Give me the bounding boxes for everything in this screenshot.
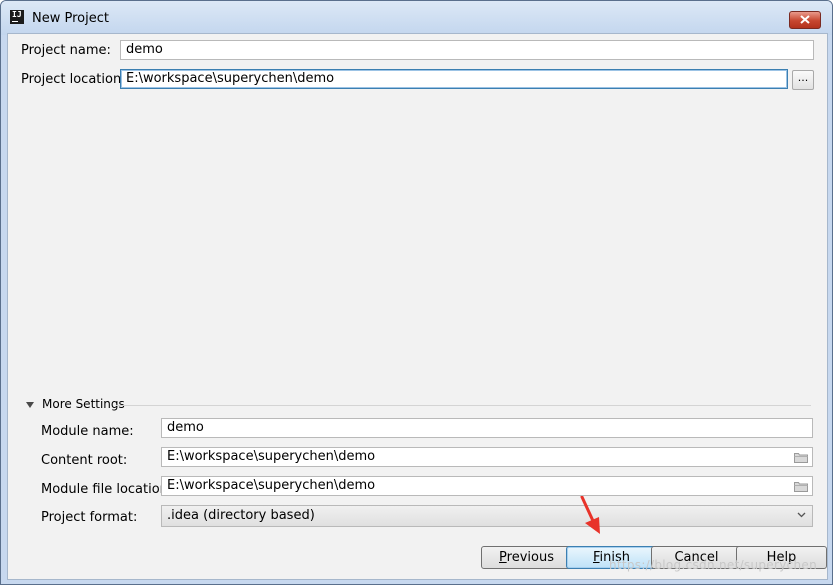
more-settings-divider (116, 405, 811, 406)
intellij-app-icon: IJ (10, 10, 24, 24)
module-file-location-value: E:\workspace\superychen\demo (167, 478, 376, 493)
close-icon (800, 15, 810, 24)
watermark: https://blog.csdn.net/superychen (608, 558, 817, 572)
content-root-field[interactable]: E:\workspace\superychen\demo (161, 447, 813, 467)
project-name-field[interactable]: demo (120, 40, 814, 60)
title-bar[interactable]: IJ New Project (1, 1, 832, 35)
close-button[interactable] (789, 11, 821, 29)
project-format-label: Project format: (41, 510, 138, 525)
project-name-label: Project name: (21, 43, 111, 58)
module-name-field[interactable]: demo (161, 418, 813, 438)
folder-icon[interactable] (794, 452, 808, 463)
red-arrow-annotation-icon (580, 496, 600, 534)
new-project-dialog: IJ New Project Project name: demo Projec… (0, 0, 833, 585)
previous-button[interactable]: Previous (481, 546, 572, 569)
folder-icon[interactable] (794, 481, 808, 492)
more-settings-header[interactable]: More Settings (42, 397, 125, 411)
content-root-value: E:\workspace\superychen\demo (167, 449, 376, 464)
collapse-triangle-icon[interactable] (26, 402, 34, 408)
content-root-label: Content root: (41, 453, 128, 468)
dialog-content: Project name: demo Project location: E:\… (7, 33, 828, 580)
project-format-select[interactable]: .idea (directory based) (161, 505, 813, 527)
browse-button[interactable]: ... (792, 70, 814, 90)
module-name-label: Module name: (41, 424, 134, 439)
module-file-location-field[interactable]: E:\workspace\superychen\demo (161, 476, 813, 496)
window-title: New Project (32, 11, 109, 26)
project-location-label: Project location: (21, 72, 126, 87)
module-file-location-label: Module file location: (41, 482, 173, 497)
project-location-field[interactable]: E:\workspace\superychen\demo (120, 69, 788, 89)
chevron-down-icon (797, 512, 806, 518)
project-format-value: .idea (directory based) (167, 508, 315, 523)
